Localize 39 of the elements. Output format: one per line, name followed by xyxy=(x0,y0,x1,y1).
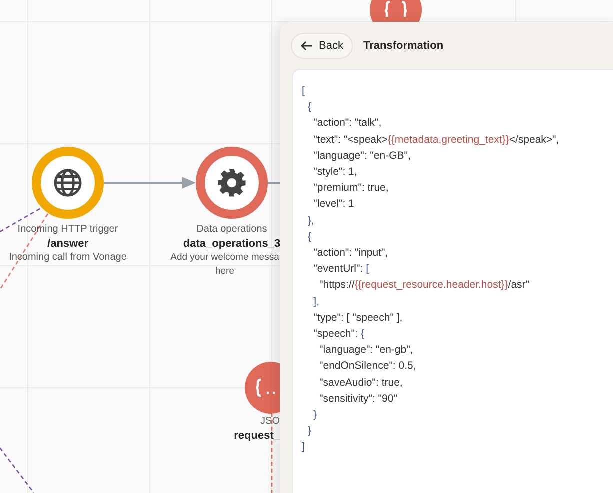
code-line: "speech": { xyxy=(312,327,366,342)
edge-line xyxy=(267,182,280,184)
code-line: ], xyxy=(312,294,321,310)
globe-icon xyxy=(53,168,83,198)
code-line: "language": "en-GB", xyxy=(312,148,412,164)
code-line: { xyxy=(306,100,312,116)
node-type: Data operations xyxy=(196,223,268,237)
arrow-left-icon xyxy=(301,41,313,51)
node-name: /answer xyxy=(48,237,88,251)
gear-icon xyxy=(217,168,247,198)
node-description: Add your welcome messa here xyxy=(170,251,280,279)
code-line: "level": 1 xyxy=(312,197,356,212)
code-line: "eventUrl": [ xyxy=(312,262,370,278)
code-line: "endOnSilence": 0.5, xyxy=(318,359,418,374)
node-circle[interactable] xyxy=(32,147,104,219)
code-line: "action": "talk", xyxy=(312,116,383,132)
node-description: Incoming call from Vonage xyxy=(9,251,127,265)
code-line: [ xyxy=(302,84,306,99)
code-line: }, xyxy=(306,214,316,229)
code-line: } xyxy=(306,424,312,440)
code-line: "style": 1, xyxy=(312,165,358,180)
code-line: "language": "en-gb", xyxy=(318,343,414,358)
node-type: JSO xyxy=(260,416,280,427)
edge-line xyxy=(0,448,35,493)
node-type: Incoming HTTP trigger xyxy=(18,223,118,237)
code-line: "sensitivity": "90" xyxy=(318,392,398,407)
code-line: "action": "input", xyxy=(312,246,390,262)
code-line: "type": [ "speech" ], xyxy=(312,310,404,326)
code-line: "saveAudio": true, xyxy=(318,376,404,391)
code-line: "https://{{request_resource.header.host}}/asr" xyxy=(318,278,531,294)
node-name: request_ xyxy=(234,430,280,442)
code-line: "premium": true, xyxy=(312,181,390,196)
code-line: ] xyxy=(302,440,306,456)
code-line: { xyxy=(306,230,312,245)
panel-title: Transformation xyxy=(363,40,444,52)
code-line: "text": "<speak>{{metadata.greeting_text}}</speak>", xyxy=(312,132,560,148)
back-button[interactable]: Back xyxy=(291,33,354,59)
code-line: } xyxy=(312,408,318,424)
node-name: data_operations_3 xyxy=(183,237,281,251)
